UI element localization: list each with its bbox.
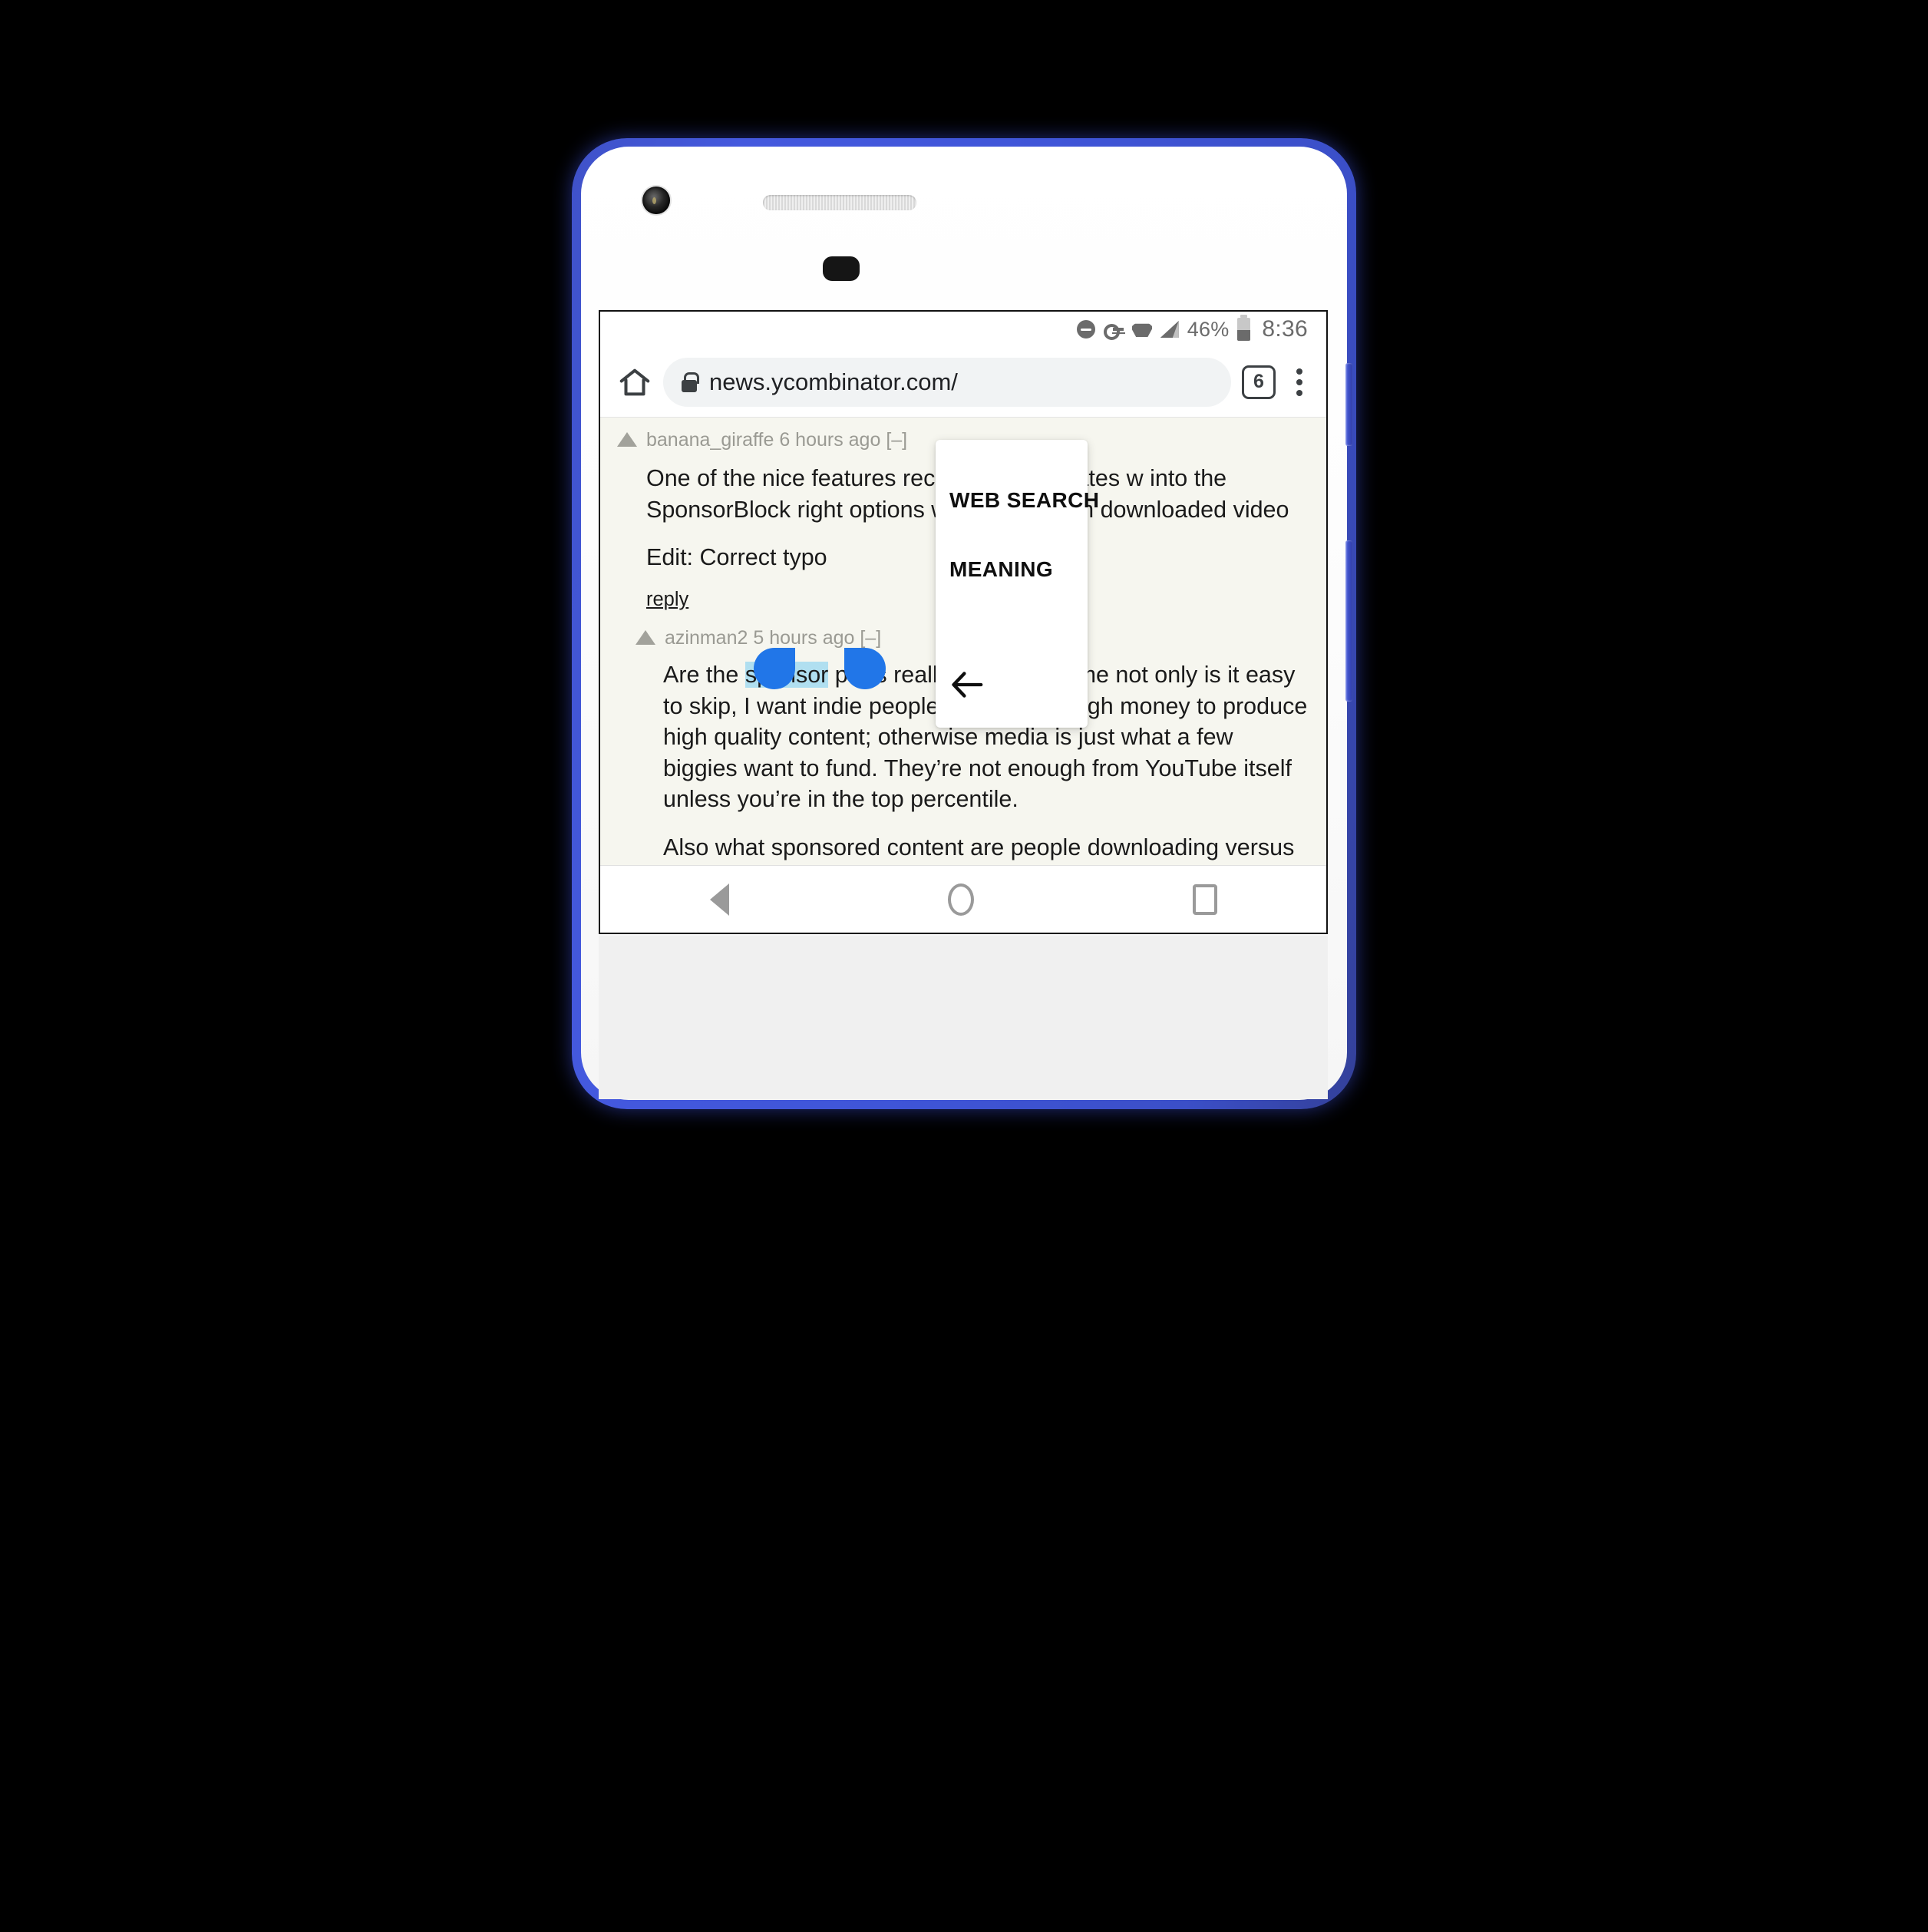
android-navigation-bar	[600, 865, 1326, 933]
tab-switcher-button[interactable]: 6	[1242, 365, 1276, 399]
home-icon[interactable]	[617, 365, 652, 400]
nav-back-icon[interactable]	[709, 883, 729, 916]
phone-body: 46% 8:36 news.ycombinator.com/ 6 banana_…	[581, 147, 1352, 1100]
cell-signal-icon	[1160, 321, 1179, 338]
comment-meta: banana_giraffe 6 hours ago [–]	[646, 428, 907, 452]
comment-age[interactable]: 6 hours ago	[779, 429, 880, 451]
lock-icon	[682, 372, 699, 392]
comment-paragraph: Also what sponsored content are people d…	[663, 834, 1295, 860]
nav-home-icon[interactable]	[947, 883, 974, 916]
page-content: banana_giraffe 6 hours ago [–] One of th…	[600, 418, 1326, 865]
front-camera	[642, 187, 670, 214]
nav-recents-icon[interactable]	[1192, 883, 1217, 915]
upvote-icon[interactable]	[617, 432, 637, 447]
upvote-icon[interactable]	[636, 629, 655, 645]
context-menu-meaning[interactable]: MEANING	[949, 557, 1074, 582]
back-arrow-icon[interactable]	[949, 669, 1074, 700]
context-menu-web-search[interactable]: WEB SEARCH	[949, 488, 1099, 513]
selection-handle-start[interactable]	[754, 648, 795, 689]
comment-author[interactable]: banana_giraffe	[646, 429, 774, 451]
phone-chin	[599, 936, 1328, 1099]
tab-count-label: 6	[1253, 371, 1264, 392]
battery-icon	[1237, 315, 1251, 341]
comment-author[interactable]: azinman2	[665, 627, 748, 649]
text-selection-context-menu: WEB SEARCH MEANING	[936, 440, 1099, 728]
status-bar: 46% 8:36	[600, 312, 1326, 347]
do-not-disturb-icon	[1076, 320, 1095, 339]
volume-button[interactable]	[1345, 540, 1352, 702]
comment-collapse[interactable]: [–]	[860, 627, 881, 649]
address-bar[interactable]: news.ycombinator.com/	[663, 357, 1231, 407]
power-button[interactable]	[1345, 363, 1352, 446]
comment-collapse[interactable]: [–]	[886, 429, 907, 451]
battery-percent: 46%	[1187, 317, 1230, 341]
clock: 8:36	[1262, 316, 1308, 342]
earpiece-speaker	[763, 195, 916, 210]
wifi-icon	[1132, 322, 1152, 337]
comment-meta: azinman2 5 hours ago [–]	[665, 626, 881, 650]
selection-handle-end[interactable]	[844, 648, 886, 689]
browser-toolbar: news.ycombinator.com/ 6	[600, 347, 1326, 418]
proximity-sensor	[823, 256, 860, 281]
url-text: news.ycombinator.com/	[709, 368, 958, 395]
vpn-key-icon	[1103, 321, 1124, 340]
comment-age[interactable]: 5 hours ago	[753, 627, 854, 649]
reply-link[interactable]: reply	[646, 589, 688, 611]
phone-device: 46% 8:36 news.ycombinator.com/ 6 banana_…	[572, 138, 1356, 1109]
text-before-selection: Are the	[663, 662, 745, 689]
overflow-menu-icon[interactable]	[1286, 365, 1312, 400]
phone-screen: 46% 8:36 news.ycombinator.com/ 6 banana_…	[599, 310, 1328, 934]
